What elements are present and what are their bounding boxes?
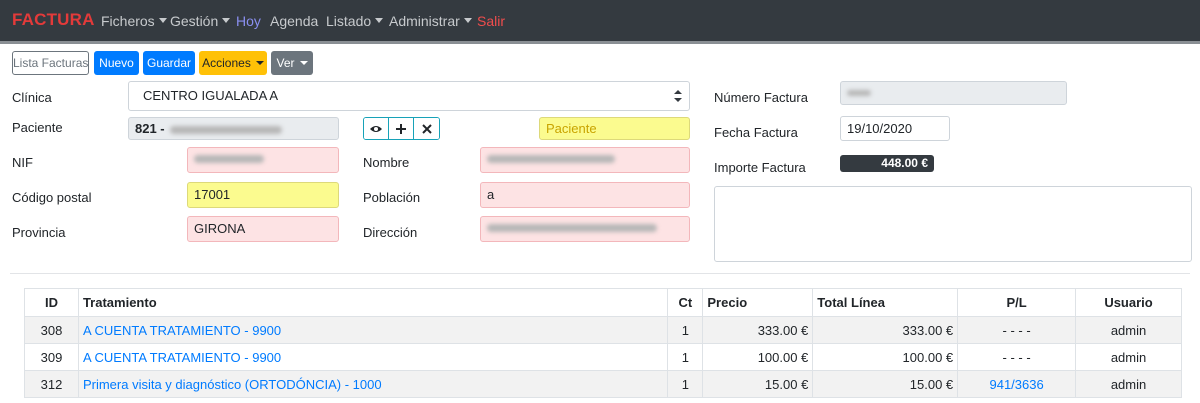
cell-ct: 1 xyxy=(667,370,704,398)
ver-label: Ver xyxy=(276,56,295,70)
table-row: 308 A CUENTA TRATAMIENTO - 9900 1 333.00… xyxy=(24,316,1182,344)
codigo-postal-field[interactable]: 17001 xyxy=(187,182,339,208)
plus-icon xyxy=(396,123,406,134)
top-navbar: FACTURA Ficheros Gestión Hoy Agenda List… xyxy=(0,0,1200,44)
cell-total-linea: 100.00 € xyxy=(812,343,959,371)
add-paciente-button[interactable] xyxy=(389,118,414,139)
paciente-search-input[interactable]: Paciente xyxy=(539,117,690,140)
clinica-label: Clínica xyxy=(12,90,52,105)
paciente-actions xyxy=(363,117,440,140)
nav-salir[interactable]: Salir xyxy=(477,13,505,29)
redacted-nombre xyxy=(487,154,615,163)
close-icon xyxy=(421,123,432,134)
nav-ficheros[interactable]: Ficheros xyxy=(101,13,167,29)
divider xyxy=(10,273,1190,274)
numero-factura-label: Número Factura xyxy=(714,90,808,105)
nav-agenda[interactable]: Agenda xyxy=(270,13,318,29)
paciente-value: 821 - xyxy=(135,121,165,136)
acciones-label: Acciones xyxy=(202,56,251,70)
table-row: 312 Primera visita y diagnóstico (ORTODÓ… xyxy=(24,370,1182,398)
clinica-value: CENTRO IGUALADA A xyxy=(143,88,279,103)
cell-id: 312 xyxy=(24,370,79,398)
col-header-tratamiento: Tratamiento xyxy=(77,288,669,317)
cell-precio: 100.00 € xyxy=(702,343,814,371)
table-row: 309 A CUENTA TRATAMIENTO - 9900 1 100.00… xyxy=(24,343,1182,371)
nif-field[interactable] xyxy=(187,147,339,173)
cell-total-linea: 333.00 € xyxy=(812,316,959,344)
cell-total-linea: 15.00 € xyxy=(812,370,959,398)
numero-factura-field[interactable] xyxy=(840,81,1067,105)
cell-usuario: admin xyxy=(1075,343,1182,371)
nav-hoy[interactable]: Hoy xyxy=(236,13,261,29)
provincia-label: Provincia xyxy=(12,225,66,240)
acciones-dropdown[interactable]: Acciones xyxy=(199,51,267,75)
nif-label: NIF xyxy=(12,155,33,170)
redacted-nif xyxy=(194,154,264,163)
cell-pl: - - - - xyxy=(957,316,1077,344)
col-header-usuario: Usuario xyxy=(1075,288,1182,317)
app-brand[interactable]: FACTURA xyxy=(12,10,95,30)
codigo-postal-label: Código postal xyxy=(12,190,92,205)
direccion-label: Dirección xyxy=(363,225,418,240)
select-arrows-icon xyxy=(674,90,682,102)
nav-gestion[interactable]: Gestión xyxy=(170,13,230,29)
cell-id: 309 xyxy=(24,343,79,371)
redacted-paciente-name xyxy=(170,125,283,134)
cell-usuario: admin xyxy=(1075,370,1182,398)
col-header-precio: Precio xyxy=(702,288,814,317)
view-paciente-button[interactable] xyxy=(364,118,389,139)
guardar-button[interactable]: Guardar xyxy=(143,51,195,75)
fecha-factura-label: Fecha Factura xyxy=(714,125,798,140)
lineas-factura-table: ID Tratamiento Ct Precio Total Línea P/L… xyxy=(24,288,1182,398)
col-header-pl: P/L xyxy=(957,288,1077,317)
cell-pl: - - - - xyxy=(957,343,1077,371)
cell-precio: 15.00 € xyxy=(702,370,814,398)
table-header-row: ID Tratamiento Ct Precio Total Línea P/L… xyxy=(24,288,1182,317)
clinica-select[interactable]: CENTRO IGUALADA A xyxy=(128,81,690,111)
paciente-field[interactable]: 821 - xyxy=(128,117,339,140)
cell-pl-link[interactable]: 941/3636 xyxy=(957,370,1077,398)
provincia-field[interactable]: GIRONA xyxy=(187,216,339,242)
observaciones-textarea[interactable] xyxy=(714,186,1192,262)
importe-factura-badge: 448.00 € xyxy=(840,155,934,172)
col-header-total-linea: Total Línea xyxy=(812,288,959,317)
fecha-factura-field[interactable]: 19/10/2020 xyxy=(840,116,950,141)
col-header-ct: Ct xyxy=(667,288,704,317)
nombre-field[interactable] xyxy=(480,147,690,173)
cell-usuario: admin xyxy=(1075,316,1182,344)
direccion-field[interactable] xyxy=(480,216,690,242)
paciente-label: Paciente xyxy=(12,120,63,135)
lista-facturas-button[interactable]: Lista Facturas xyxy=(12,51,89,75)
cell-tratamiento-link[interactable]: A CUENTA TRATAMIENTO - 9900 xyxy=(77,343,669,371)
col-header-id: ID xyxy=(24,288,79,317)
redacted-numero-factura xyxy=(847,89,871,96)
poblacion-field[interactable]: a xyxy=(480,182,690,208)
paciente-search-placeholder: Paciente xyxy=(546,121,597,136)
cell-ct: 1 xyxy=(667,343,704,371)
nuevo-button[interactable]: Nuevo xyxy=(94,51,139,75)
cell-tratamiento-link[interactable]: A CUENTA TRATAMIENTO - 9900 xyxy=(77,316,669,344)
poblacion-label: Población xyxy=(363,190,421,205)
nav-administrar[interactable]: Administrar xyxy=(389,13,472,29)
clear-paciente-button[interactable] xyxy=(414,118,439,139)
ver-dropdown[interactable]: Ver xyxy=(271,51,313,75)
redacted-direccion xyxy=(487,223,657,232)
cell-ct: 1 xyxy=(667,316,704,344)
importe-factura-label: Importe Factura xyxy=(714,160,806,175)
cell-tratamiento-link[interactable]: Primera visita y diagnóstico (ORTODÓNCIA… xyxy=(77,370,669,398)
nav-listado[interactable]: Listado xyxy=(326,13,383,29)
eye-icon xyxy=(370,125,382,132)
cell-precio: 333.00 € xyxy=(702,316,814,344)
cell-id: 308 xyxy=(24,316,79,344)
nombre-label: Nombre xyxy=(363,155,410,170)
